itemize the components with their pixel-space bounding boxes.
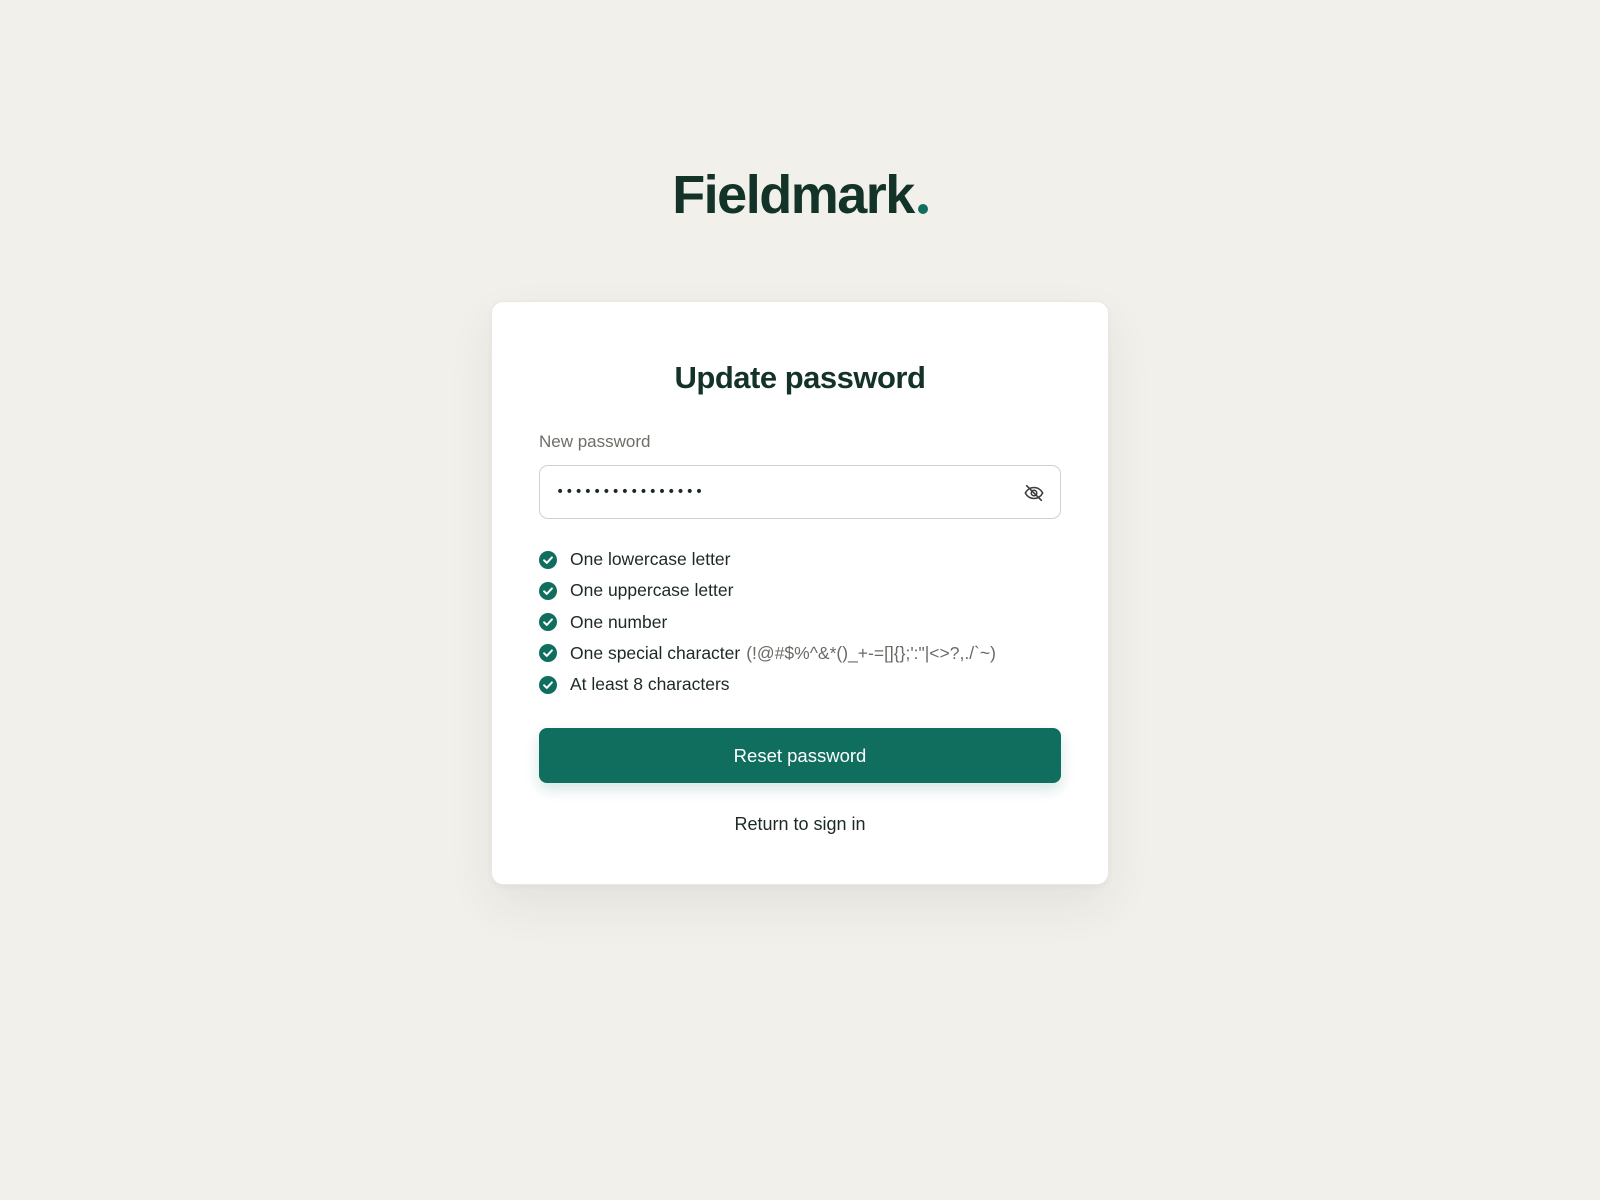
requirement-label: One lowercase letter	[570, 549, 731, 570]
requirement-label: One uppercase letter	[570, 580, 734, 601]
requirement-item: One uppercase letter	[539, 575, 996, 606]
check-circle-icon	[539, 581, 557, 600]
requirement-item: One number	[539, 607, 996, 638]
requirement-item: One special character (!@#$%^&*()_+-=[]{}…	[539, 638, 996, 669]
requirement-hint: (!@#$%^&*()_+-=[]{};':"|<>?,./`~)	[746, 642, 996, 663]
update-password-card: Update password New password One lowerca…	[491, 301, 1109, 885]
check-circle-icon	[539, 644, 557, 663]
password-requirements-list: One lowercase letter One uppercase letter…	[539, 544, 996, 700]
new-password-field	[539, 465, 1061, 519]
check-circle-icon	[539, 613, 557, 632]
brand-logo: Fieldmark	[0, 168, 1600, 222]
new-password-input[interactable]	[556, 466, 996, 518]
brand-name: Fieldmark	[672, 165, 915, 225]
requirement-item: One lowercase letter	[539, 544, 996, 575]
return-to-sign-in-link[interactable]: Return to sign in	[492, 814, 1108, 835]
check-circle-icon	[539, 550, 557, 569]
brand-dot	[917, 204, 928, 214]
new-password-label: New password	[539, 432, 651, 451]
toggle-password-visibility-button[interactable]	[1020, 479, 1048, 507]
page-title: Update password	[674, 360, 926, 395]
reset-password-button[interactable]: Reset password	[539, 728, 1061, 783]
requirement-label: At least 8 characters	[570, 674, 730, 695]
requirement-label: One number	[570, 611, 668, 632]
requirement-label: One special character	[570, 642, 741, 663]
eye-off-icon	[1024, 484, 1044, 502]
check-circle-icon	[539, 675, 557, 694]
requirement-item: At least 8 characters	[539, 669, 996, 700]
